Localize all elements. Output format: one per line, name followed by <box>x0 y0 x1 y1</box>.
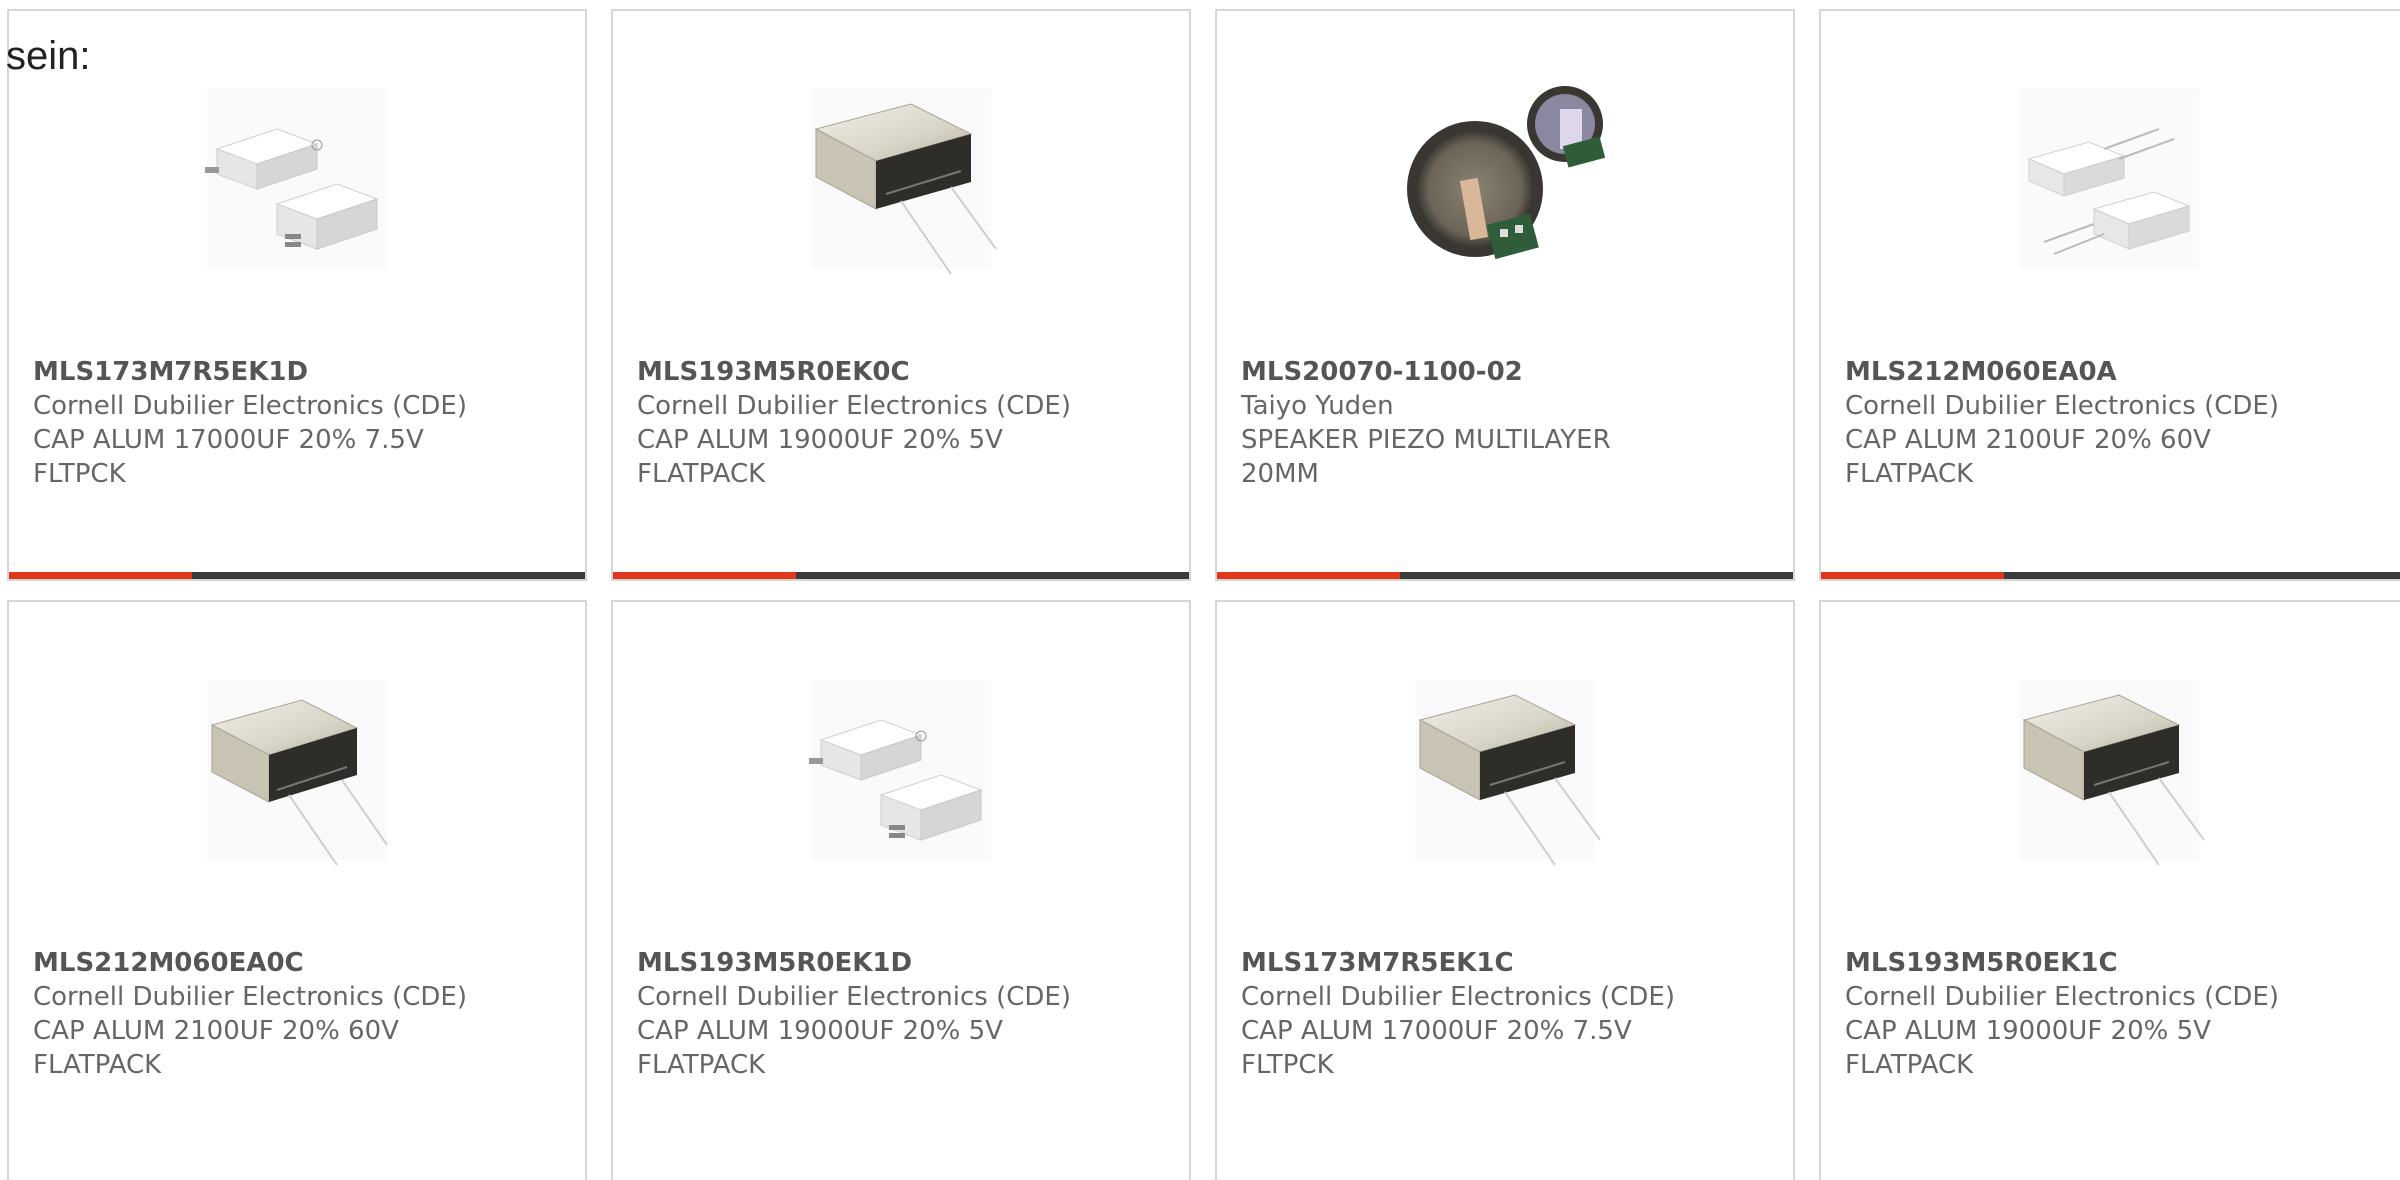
product-image[interactable] <box>2009 79 2209 279</box>
product-card[interactable]: MLS20070-1100-02 Taiyo Yuden SPEAKER PIE… <box>1215 9 1795 581</box>
product-image[interactable] <box>1405 79 1605 279</box>
product-card[interactable]: MLS193M5R0EK0C Cornell Dubilier Electron… <box>611 9 1191 581</box>
product-image[interactable] <box>2009 670 2209 870</box>
product-card[interactable]: MLS173M7R5EK1D Cornell Dubilier Electron… <box>7 9 587 581</box>
description-line: FLATPACK <box>1845 1050 1974 1080</box>
product-image[interactable] <box>197 79 397 279</box>
product-card[interactable]: MLS193M5R0EK1C Cornell Dubilier Electron… <box>1819 600 2400 1180</box>
product-info: MLS20070-1100-02 Taiyo Yuden SPEAKER PIE… <box>1241 355 1773 491</box>
product-info: MLS212M060EA0A Cornell Dubilier Electron… <box>1845 355 2380 491</box>
card-footer-bar <box>1217 572 1793 579</box>
description-line: FLATPACK <box>33 1050 162 1080</box>
description-line: FLTPCK <box>1241 1050 1334 1080</box>
manufacturer: Taiyo Yuden <box>1241 391 1394 421</box>
card-footer-bar <box>9 572 585 579</box>
part-number-link[interactable]: MLS212M060EA0A <box>1845 355 2380 389</box>
description-line: SPEAKER PIEZO MULTILAYER <box>1241 425 1611 455</box>
flatpack-capacitor-icon <box>1415 680 1601 866</box>
product-info: MLS173M7R5EK1C Cornell Dubilier Electron… <box>1241 946 1773 1082</box>
product-info: MLS193M5R0EK1D Cornell Dubilier Electron… <box>637 946 1169 1082</box>
manufacturer: Cornell Dubilier Electronics (CDE) <box>33 982 467 1012</box>
part-number-link[interactable]: MLS193M5R0EK0C <box>637 355 1169 389</box>
description-line: CAP ALUM 19000UF 20% 5V <box>1845 1016 2211 1046</box>
product-image[interactable] <box>197 670 397 870</box>
card-footer-bar <box>1821 572 2400 579</box>
manufacturer: Cornell Dubilier Electronics (CDE) <box>33 391 467 421</box>
product-info: MLS212M060EA0C Cornell Dubilier Electron… <box>33 946 565 1082</box>
flatpack-capacitor-icon <box>207 680 388 866</box>
product-grid: MLS173M7R5EK1D Cornell Dubilier Electron… <box>0 0 2400 1180</box>
part-number-link[interactable]: MLS173M7R5EK1C <box>1241 946 1773 980</box>
part-number-link[interactable]: MLS212M060EA0C <box>33 946 565 980</box>
card-accent <box>9 572 192 579</box>
product-info: MLS173M7R5EK1D Cornell Dubilier Electron… <box>33 355 565 491</box>
description-line: FLATPACK <box>637 459 766 489</box>
manufacturer: Cornell Dubilier Electronics (CDE) <box>1241 982 1675 1012</box>
section-heading: sein: <box>6 34 91 78</box>
product-card[interactable]: MLS173M7R5EK1C Cornell Dubilier Electron… <box>1215 600 1795 1180</box>
flatpack-capacitor-icon <box>2019 89 2199 269</box>
description-line: CAP ALUM 17000UF 20% 7.5V <box>33 425 424 455</box>
product-info: MLS193M5R0EK1C Cornell Dubilier Electron… <box>1845 946 2380 1082</box>
part-number-link[interactable]: MLS20070-1100-02 <box>1241 355 1773 389</box>
flatpack-capacitor-icon <box>205 89 387 269</box>
manufacturer: Cornell Dubilier Electronics (CDE) <box>1845 391 2279 421</box>
product-image[interactable] <box>1405 670 1605 870</box>
description-line: 20MM <box>1241 459 1319 489</box>
description-line: FLATPACK <box>1845 459 1974 489</box>
manufacturer: Cornell Dubilier Electronics (CDE) <box>637 391 1071 421</box>
description-line: CAP ALUM 2100UF 20% 60V <box>33 1016 399 1046</box>
manufacturer: Cornell Dubilier Electronics (CDE) <box>637 982 1071 1012</box>
part-number-link[interactable]: MLS193M5R0EK1D <box>637 946 1169 980</box>
product-image[interactable] <box>801 670 1001 870</box>
flatpack-capacitor-icon <box>2019 680 2205 866</box>
description-line: FLTPCK <box>33 459 126 489</box>
product-card[interactable]: MLS193M5R0EK1D Cornell Dubilier Electron… <box>611 600 1191 1180</box>
card-accent <box>1217 572 1400 579</box>
part-number-link[interactable]: MLS193M5R0EK1C <box>1845 946 2380 980</box>
part-number-link[interactable]: MLS173M7R5EK1D <box>33 355 565 389</box>
product-info: MLS193M5R0EK0C Cornell Dubilier Electron… <box>637 355 1169 491</box>
description-line: CAP ALUM 2100UF 20% 60V <box>1845 425 2211 455</box>
description-line: CAP ALUM 17000UF 20% 7.5V <box>1241 1016 1632 1046</box>
flatpack-capacitor-icon <box>809 680 991 860</box>
manufacturer: Cornell Dubilier Electronics (CDE) <box>1845 982 2279 1012</box>
card-accent <box>613 572 796 579</box>
card-accent <box>1821 572 2004 579</box>
flatpack-capacitor-icon <box>811 89 997 275</box>
product-image[interactable] <box>801 79 1001 279</box>
description-line: FLATPACK <box>637 1050 766 1080</box>
description-line: CAP ALUM 19000UF 20% 5V <box>637 425 1003 455</box>
product-card[interactable]: MLS212M060EA0C Cornell Dubilier Electron… <box>7 600 587 1180</box>
card-footer-bar <box>613 572 1189 579</box>
piezo-speaker-icon <box>1407 86 1605 260</box>
description-line: CAP ALUM 19000UF 20% 5V <box>637 1016 1003 1046</box>
product-card[interactable]: MLS212M060EA0A Cornell Dubilier Electron… <box>1819 9 2400 581</box>
